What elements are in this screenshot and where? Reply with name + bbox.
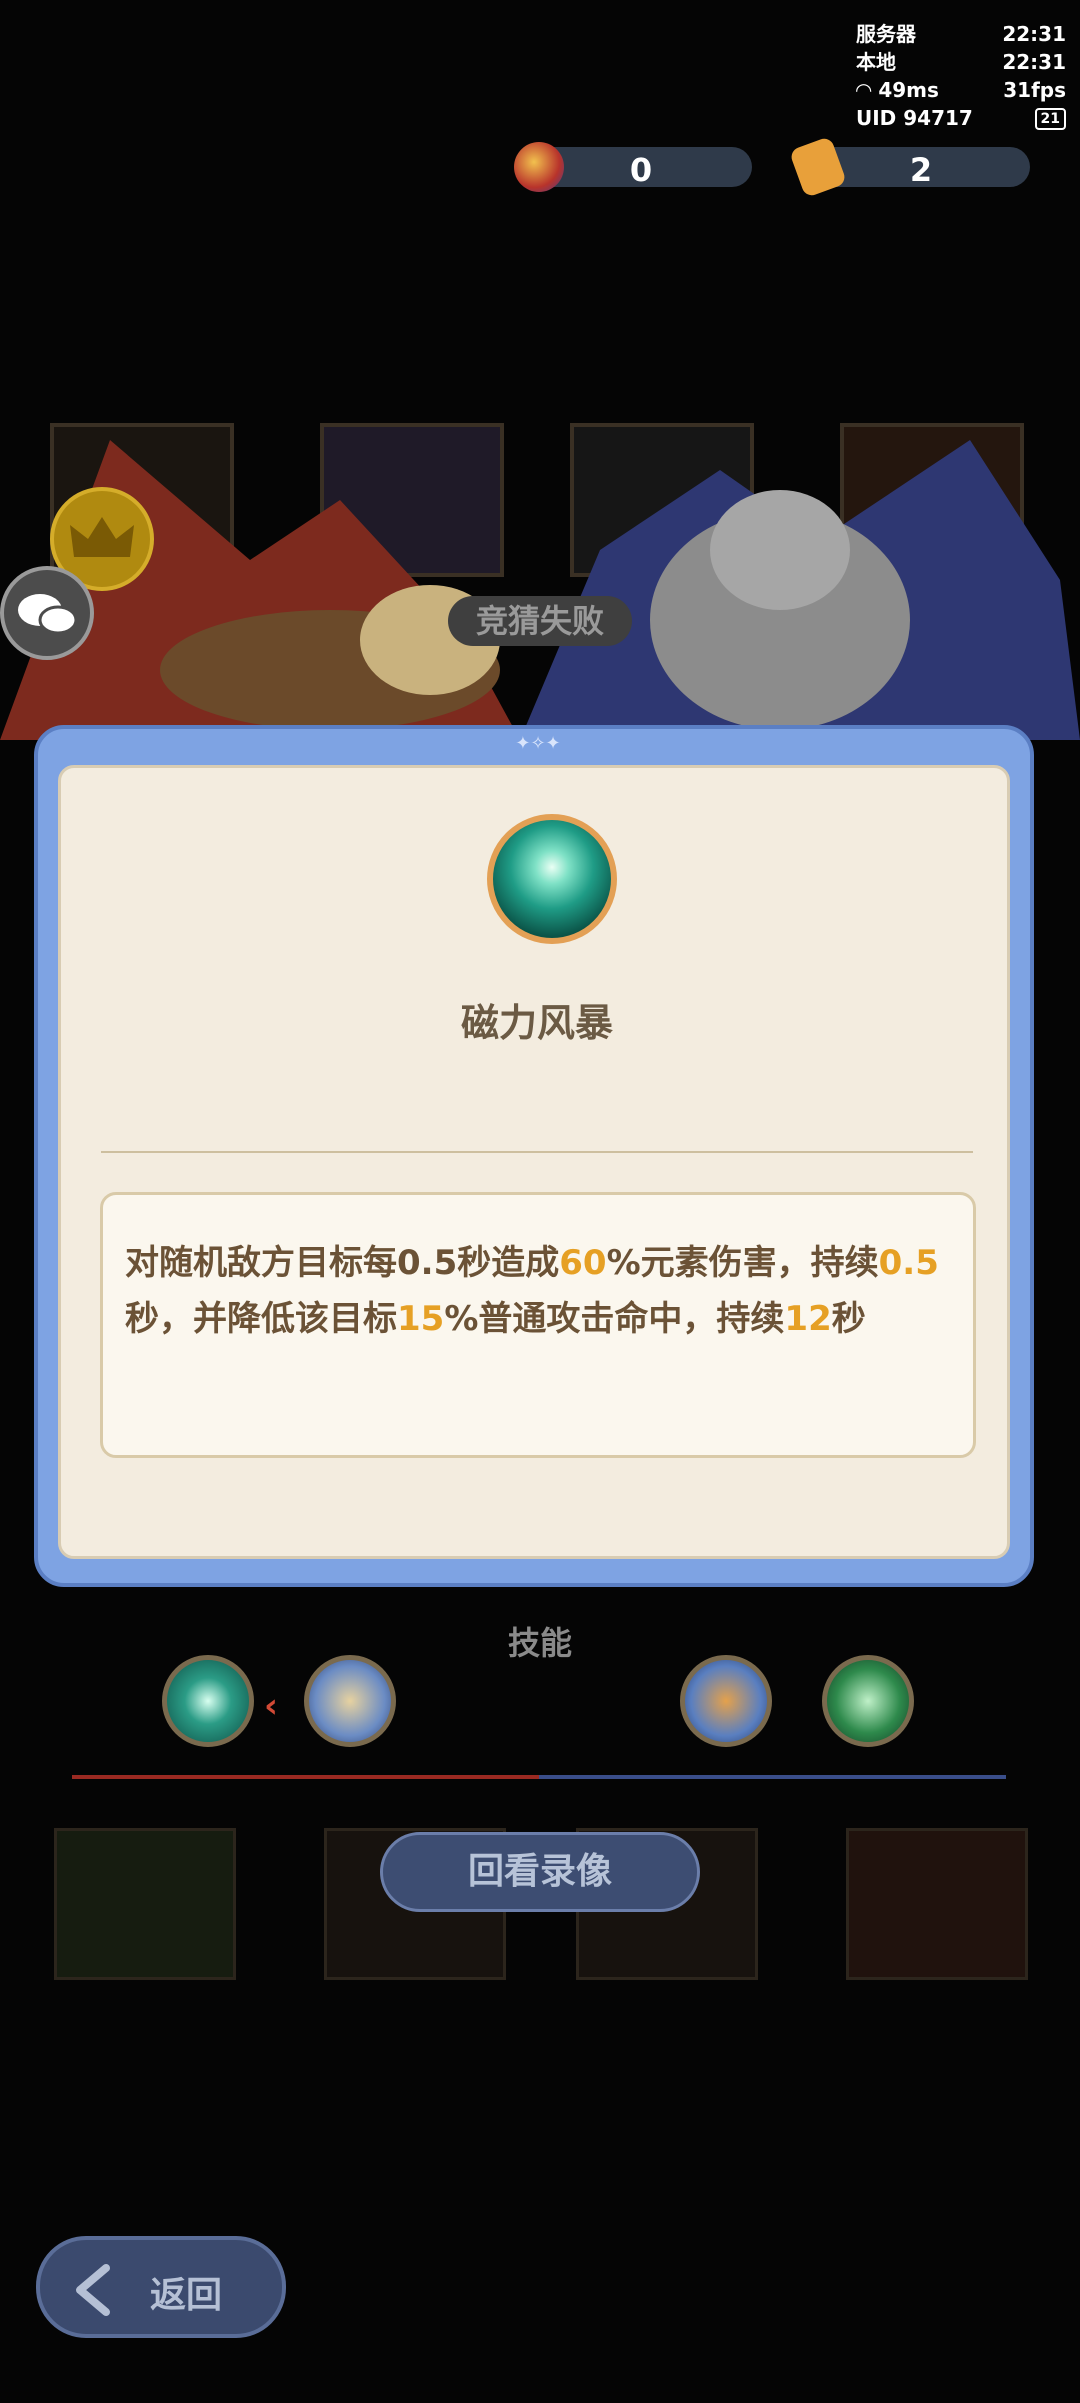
- server-time: 22:31: [1002, 22, 1066, 46]
- wifi-icon: ◠: [856, 78, 879, 102]
- magnetic-storm-skill-icon: [487, 814, 617, 944]
- chat-bubbles-icon: [18, 594, 78, 635]
- team-card: [54, 1828, 236, 1980]
- back-label: 返回: [150, 2275, 223, 2316]
- description-text: %元素伤害，持续: [606, 1243, 879, 1283]
- back-arrow-icon: [76, 2264, 110, 2316]
- battery-icon: 21: [1034, 108, 1066, 130]
- status-overlay: 服务器 22:31 本地 22:31 ◠ 49ms 31fps UID 94717 21: [856, 20, 1066, 132]
- arrow-left-icon: ‹: [264, 1686, 279, 1726]
- tickets-counter: 2: [812, 147, 1030, 189]
- battle-scene: [0, 423, 1080, 740]
- description-text: %普通攻击命中，持续: [444, 1299, 785, 1339]
- skill-description-box: 对随机敌方目标每0.5秒造成60%元素伤害，持续0.5 秒，并降低该目标15%普通…: [100, 1192, 976, 1458]
- skill-title: 磁力风暴: [460, 1001, 613, 1045]
- ornament-icon: ✦✧✦: [515, 733, 561, 754]
- description-highlight: 12: [784, 1299, 832, 1339]
- tickets-value: 2: [909, 151, 933, 189]
- team-divider-bar: [72, 1775, 1006, 1779]
- gem-icon: [514, 142, 564, 192]
- fps: 31fps: [1003, 78, 1066, 102]
- skill-slot-2-icon[interactable]: [304, 1655, 396, 1747]
- uid: UID 94717: [856, 106, 973, 130]
- divider: [101, 1151, 973, 1153]
- chat-button[interactable]: [0, 566, 94, 660]
- skill-slot-3-icon[interactable]: [680, 1655, 772, 1747]
- description-highlight: 0.5: [878, 1243, 939, 1283]
- description-highlight: 60: [559, 1243, 607, 1283]
- skill-slot-1-icon[interactable]: [162, 1655, 254, 1747]
- skills-label: 技能: [507, 1624, 572, 1662]
- local-time: 22:31: [1002, 50, 1066, 74]
- local-label: 本地: [856, 50, 896, 74]
- ping: 49ms: [878, 78, 939, 102]
- skill-panel: 磁力风暴 对随机敌方目标每0.5秒造成60%元素伤害，持续0.5 秒，并降低该目标…: [58, 765, 1010, 1559]
- team-card: [846, 1828, 1028, 1980]
- description-text: 对随机敌方目标每0.5秒造成: [125, 1243, 560, 1283]
- skill-slot-4-icon[interactable]: [822, 1655, 914, 1747]
- back-button[interactable]: 返回: [36, 2236, 286, 2338]
- description-text: 秒: [831, 1299, 866, 1339]
- replay-button[interactable]: 回看录像: [380, 1832, 700, 1912]
- guess-result-badge: 竞猜失败: [448, 596, 632, 646]
- description-text: 秒，并降低该目标: [125, 1299, 397, 1339]
- server-label: 服务器: [856, 22, 916, 46]
- skill-description: 对随机敌方目标每0.5秒造成60%元素伤害，持续0.5 秒，并降低该目标15%普通…: [125, 1235, 955, 1347]
- skill-detail-modal: ✦✧✦ 磁力风暴 对随机敌方目标每0.5秒造成60%元素伤害，持续0.5 秒，并降…: [34, 725, 1034, 1587]
- description-highlight: 15: [397, 1299, 445, 1339]
